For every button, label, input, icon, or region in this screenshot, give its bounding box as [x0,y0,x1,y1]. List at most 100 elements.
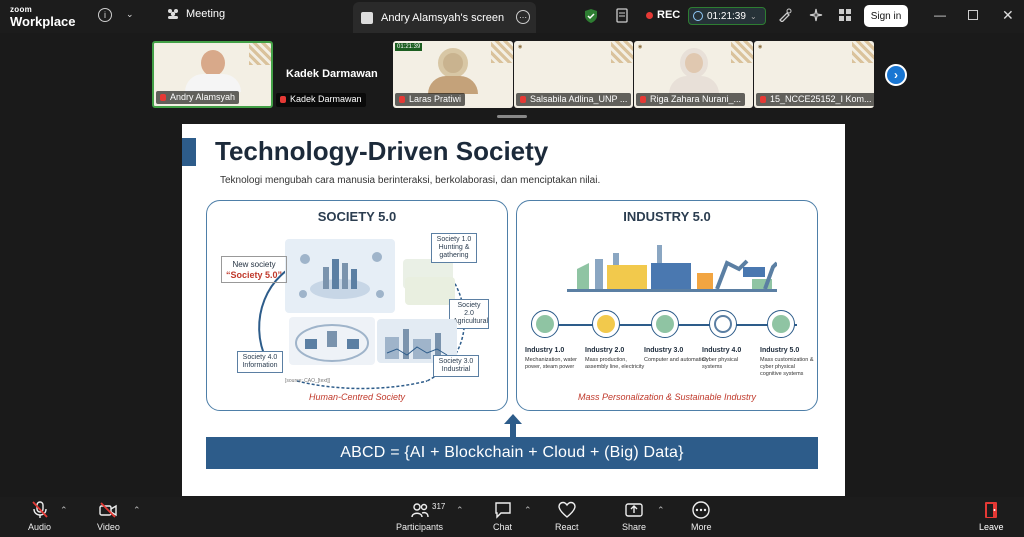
agriculture-illustration [405,277,455,305]
industry-title: INDUSTRY 5.0 [623,209,711,224]
mic-muted-icon [31,501,48,518]
participant-tile-salsabila[interactable]: ◉ Salsabila Adlina_UNP ... [514,41,633,108]
share-button[interactable]: Share [622,501,646,532]
react-button[interactable]: React [555,501,579,532]
video-options-caret[interactable]: ⌃ [133,505,141,516]
industry-1-label: Industry 1.0 [525,347,565,354]
logo-mark: ◉ [518,44,523,50]
annotate-icon[interactable] [778,8,792,22]
participant-tile-laras[interactable]: 01:21:39 Laras Pratiwi [393,41,513,108]
close-icon[interactable]: ✕ [1002,7,1014,24]
participant-video [428,48,478,94]
slide-title: Technology-Driven Society [215,136,549,166]
shield-icon[interactable] [585,9,597,23]
arrow-up-icon [504,414,522,438]
participants-icon [410,503,429,518]
recording-indicator[interactable]: REC [646,9,680,21]
participant-name: Andry Alamsyah [156,91,240,104]
logo-mark: ◉ [758,44,763,50]
mini-timer: 01:21:39 [395,43,423,51]
meeting-timer[interactable]: 01:21:39 ⌄ [688,7,766,25]
chat-icon [494,502,511,519]
source-note: [source: CAO_[text]] [285,378,331,384]
ornament-decoration [249,43,271,65]
industry-5-desc: Mass customization & cyber physical cogn… [760,357,814,377]
participant-tile-15[interactable]: ◉ 15_NCCE25152_I Kom... [754,41,874,108]
leave-door-icon [985,502,998,518]
meeting-label: Meeting [186,8,226,20]
meeting-toolbar: Audio ⌃ Video ⌃ Participants 317 ⌃ Chat … [0,497,1024,537]
audio-options-caret[interactable]: ⌃ [60,505,68,516]
participant-tile-andry[interactable]: Andry Alamsyah [152,41,273,108]
restore-icon[interactable] [968,10,978,20]
chevron-down-icon[interactable]: ⌄ [126,9,134,20]
industry-panel: INDUSTRY 5.0 Industry 1.0 Mechanization,… [516,200,818,411]
participant-video [668,48,719,94]
industry-4-label: Industry 4.0 [702,347,742,354]
document-icon[interactable] [616,8,628,23]
apps-icon[interactable] [838,8,852,22]
chat-options-caret[interactable]: ⌃ [524,505,532,516]
factory-illustration [567,245,777,292]
participant-video [184,50,241,92]
new-society-line2: “Society 5.0” [225,270,283,280]
video-label: Video [97,522,120,532]
screen-share-icon [361,11,373,24]
more-icon [692,501,710,519]
more-label: More [691,522,712,532]
audio-button[interactable]: Audio [28,501,51,532]
industry-3-label: Industry 3.0 [644,347,684,354]
more-options-icon[interactable]: ⋯ [516,10,530,24]
leave-label: Leave [979,522,1004,532]
sparkle-icon[interactable] [809,8,823,22]
heart-icon [558,501,576,518]
video-off-icon [99,502,118,518]
record-dot-icon [646,11,653,19]
gallery-resize-handle[interactable] [497,115,527,118]
industry-2-desc: Mass production, assembly line, electric… [585,357,645,370]
people-icon [168,9,178,19]
participants-label: Participants [396,522,444,532]
participants-options-caret[interactable]: ⌃ [456,505,464,516]
meeting-menu[interactable]: Meeting [166,8,225,20]
smart-city-illustration [285,239,395,313]
tab-shared-screen[interactable]: Andry Alamsyah's screen ⋯ [353,2,536,33]
ornament-decoration [731,41,753,63]
sign-in-button[interactable]: Sign in [864,5,908,27]
minimize-icon[interactable]: — [934,8,946,22]
chevron-right-icon: › [894,68,898,82]
new-society-line1: New society [232,260,276,269]
chevron-down-icon: ⌄ [749,11,757,21]
participant-tile-riga[interactable]: ◉ Riga Zahara Nurani_... [634,41,753,108]
industry-2-label: Industry 2.0 [585,347,625,354]
participant-name: 15_NCCE25152_I Kom... [756,93,874,106]
industry-5-icon [767,310,795,338]
participant-name: Salsabila Adlina_UNP ... [516,93,632,106]
society-1-label: Society 1.0 Hunting & gathering [431,233,477,263]
participant-name-large: Kadek Darmawan [286,68,378,80]
society-4-label: Society 4.0 Information [237,351,283,373]
title-accent [182,138,196,166]
abcd-formula-banner: ABCD = {AI + Blockchain + Cloud + (Big) … [206,437,818,469]
info-icon[interactable]: i [98,8,112,22]
information-illustration [289,317,375,365]
participants-count: 317 [432,502,446,511]
top-bar: zoom Workplace i ⌄ Meeting Andry Alamsya… [0,0,1024,33]
video-button[interactable]: Video [97,501,120,532]
industry-1-desc: Mechanization, water power, steam power [525,357,577,370]
society-3-label: Society 3.0 Industrial [433,355,479,377]
next-page-button[interactable]: › [885,64,907,86]
industry-2-icon [592,310,620,338]
rec-label: REC [657,9,681,21]
share-screen-icon [625,503,643,517]
more-button[interactable]: More [691,501,712,532]
industry-4-desc: Cyber physical systems [702,357,739,370]
logo-product: Workplace [10,14,76,29]
leave-button[interactable]: Leave [979,501,1004,532]
timer-value: 01:21:39 [707,10,746,22]
clock-icon [693,11,703,21]
ornament-decoration [491,41,513,63]
share-options-caret[interactable]: ⌃ [657,505,665,516]
tab-title: Andry Alamsyah's screen [381,11,505,24]
chat-button[interactable]: Chat [493,501,512,532]
